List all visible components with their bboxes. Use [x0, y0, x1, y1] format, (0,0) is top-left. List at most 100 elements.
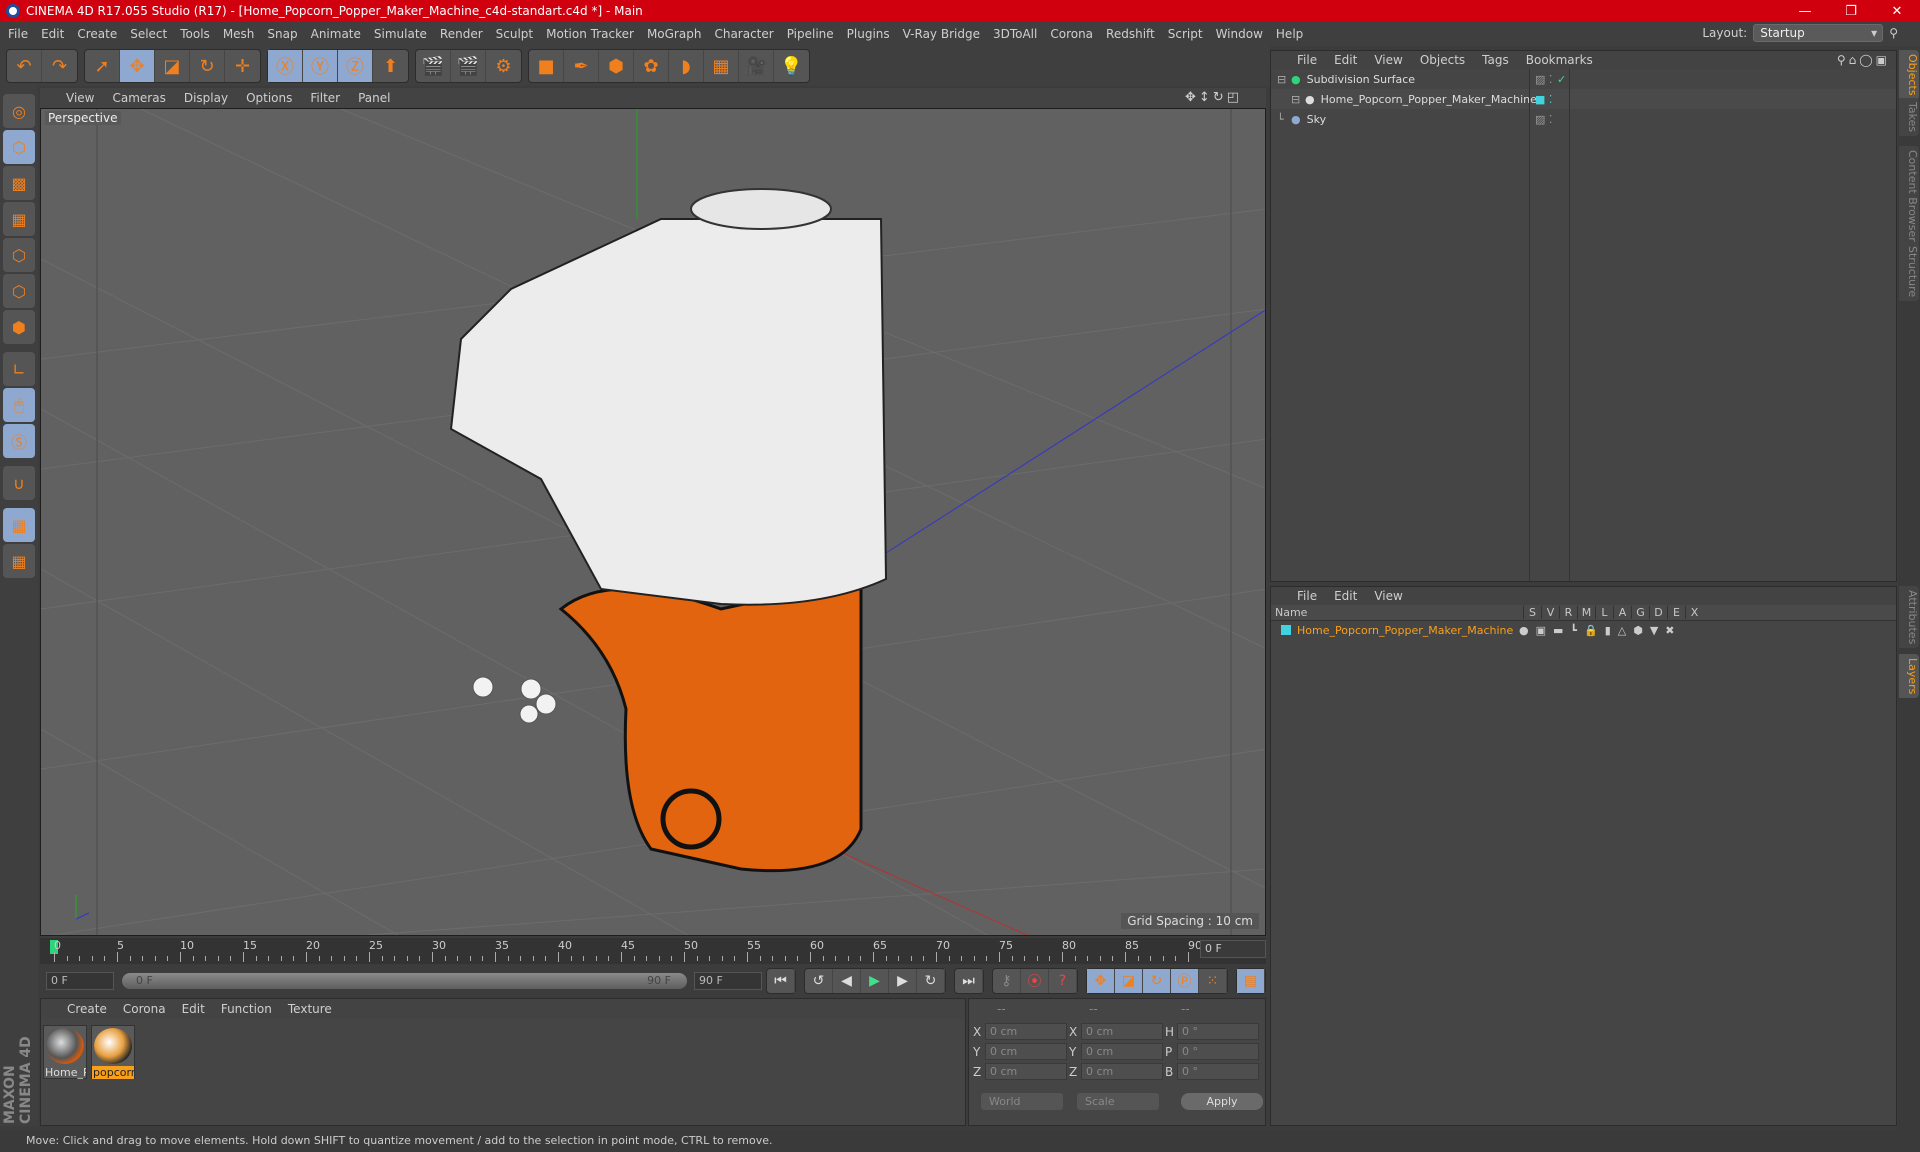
- coord-mode-dropdown[interactable]: World: [981, 1093, 1063, 1110]
- layer-column-e[interactable]: E: [1667, 606, 1685, 619]
- goto-start-icon[interactable]: ⏮: [767, 969, 795, 993]
- autokey-icon[interactable]: ⦿: [1021, 969, 1049, 993]
- collapse-icon[interactable]: ⊟: [1277, 73, 1291, 86]
- collapse-icon[interactable]: └: [1277, 113, 1291, 126]
- object-visibility-toggles[interactable]: ■ ⁚: [1535, 93, 1552, 106]
- menu-tools[interactable]: Tools: [180, 27, 210, 41]
- layer-color-swatch[interactable]: [1281, 625, 1291, 635]
- polygons-mode-icon[interactable]: ⬢: [3, 310, 35, 344]
- menu-corona[interactable]: Corona: [1050, 27, 1093, 41]
- points-mode-icon[interactable]: ⬡: [3, 238, 35, 272]
- material-menu-function[interactable]: Function: [221, 1002, 272, 1016]
- layer-column-s[interactable]: S: [1523, 606, 1541, 619]
- play-icon[interactable]: ▶: [861, 969, 889, 993]
- object-menu-objects[interactable]: Objects: [1420, 53, 1465, 67]
- scale-icon[interactable]: ◪: [155, 50, 190, 82]
- object-visibility-toggles[interactable]: ▨ ⁚: [1535, 113, 1552, 126]
- x-axis-icon[interactable]: Ⓧ: [268, 50, 303, 82]
- current-frame-field[interactable]: 0 F: [1200, 940, 1266, 958]
- select-icon[interactable]: ➚: [85, 50, 120, 82]
- menu-select[interactable]: Select: [130, 27, 167, 41]
- subdivision-icon[interactable]: ⬢: [599, 50, 634, 82]
- move-icon[interactable]: ✥: [120, 50, 155, 82]
- key-position-icon[interactable]: ✥: [1087, 969, 1115, 993]
- make-editable-icon[interactable]: ◎: [3, 94, 35, 128]
- apply-button[interactable]: Apply: [1181, 1093, 1263, 1110]
- layer-column-a[interactable]: A: [1613, 606, 1631, 619]
- goto-next-key-icon[interactable]: ↻: [917, 969, 945, 993]
- menu-plugins[interactable]: Plugins: [847, 27, 890, 41]
- object-menu-file[interactable]: File: [1297, 53, 1317, 67]
- start-frame-field[interactable]: 0 F: [46, 972, 114, 990]
- layer-menu-view[interactable]: View: [1374, 589, 1402, 603]
- menu-v-ray-bridge[interactable]: V-Ray Bridge: [903, 27, 980, 41]
- viewport-menu-options[interactable]: Options: [246, 91, 292, 105]
- object-row[interactable]: ⊟ ● Home_Popcorn_Popper_Maker_Machine ■ ⁚: [1271, 89, 1896, 109]
- coord-type-dropdown[interactable]: Scale: [1077, 1093, 1159, 1110]
- cube-icon[interactable]: ■: [529, 50, 564, 82]
- viewport-menu-view[interactable]: View: [66, 91, 94, 105]
- object-row[interactable]: └ ● Sky ▨ ⁚: [1271, 109, 1896, 129]
- object-menu-bookmarks[interactable]: Bookmarks: [1526, 53, 1593, 67]
- edges-mode-icon[interactable]: ⬡: [3, 274, 35, 308]
- close-button[interactable]: ✕: [1874, 0, 1920, 22]
- coord-size-field[interactable]: 0 cm: [1081, 1043, 1163, 1060]
- menu-3dtoall[interactable]: 3DToAll: [993, 27, 1037, 41]
- key-parameter-icon[interactable]: Ⓟ: [1171, 969, 1199, 993]
- workplane-mode-icon[interactable]: ▦: [3, 202, 35, 236]
- object-menu-edit[interactable]: Edit: [1334, 53, 1357, 67]
- material-menu-texture[interactable]: Texture: [288, 1002, 332, 1016]
- minimize-button[interactable]: —: [1782, 0, 1828, 22]
- menu-character[interactable]: Character: [714, 27, 773, 41]
- prev-frame-icon[interactable]: ◀: [833, 969, 861, 993]
- material-menu-edit[interactable]: Edit: [182, 1002, 205, 1016]
- menu-create[interactable]: Create: [77, 27, 117, 41]
- menu-script[interactable]: Script: [1168, 27, 1203, 41]
- keyframe-selection-icon[interactable]: ?: [1049, 969, 1077, 993]
- y-axis-icon[interactable]: Ⓨ: [303, 50, 338, 82]
- coord-position-field[interactable]: 0 cm: [985, 1023, 1067, 1040]
- object-menu-tags[interactable]: Tags: [1482, 53, 1509, 67]
- timeline-window-icon[interactable]: ▤: [1237, 969, 1265, 993]
- layer-flags[interactable]: ●▣▬┗🔒▮△⬢▼✖: [1519, 624, 1682, 637]
- side-tab-structure[interactable]: Structure: [1899, 242, 1919, 302]
- workplane-lock-icon[interactable]: ▦: [3, 508, 35, 542]
- side-tab-layers[interactable]: Layers: [1899, 654, 1919, 699]
- layer-column-x[interactable]: X: [1685, 606, 1703, 619]
- material-menu-corona[interactable]: Corona: [123, 1002, 166, 1016]
- solo-icon[interactable]: Ⓢ: [3, 424, 35, 458]
- layer-column-m[interactable]: M: [1577, 606, 1595, 619]
- key-rotation-icon[interactable]: ↻: [1143, 969, 1171, 993]
- key-pla-icon[interactable]: ⁙: [1199, 969, 1227, 993]
- coord-rotation-field[interactable]: 0 °: [1177, 1063, 1259, 1080]
- texture-mode-icon[interactable]: ▩: [3, 166, 35, 200]
- render-view-icon[interactable]: 🎬: [416, 50, 451, 82]
- z-axis-icon[interactable]: Ⓩ: [338, 50, 373, 82]
- floor-icon[interactable]: ▦: [704, 50, 739, 82]
- frame-range-slider[interactable]: 0 F 90 F: [122, 973, 687, 989]
- material-home-p[interactable]: Home_P: [43, 1025, 87, 1079]
- menu-sculpt[interactable]: Sculpt: [496, 27, 533, 41]
- layer-menu-file[interactable]: File: [1297, 589, 1317, 603]
- layer-column-d[interactable]: D: [1649, 606, 1667, 619]
- layer-column-g[interactable]: G: [1631, 606, 1649, 619]
- deformer-icon[interactable]: ◗: [669, 50, 704, 82]
- layer-column-r[interactable]: R: [1559, 606, 1577, 619]
- object-row[interactable]: ⊟ ● Subdivision Surface ▨ ⁚ ✓: [1271, 69, 1896, 89]
- enabled-check-icon[interactable]: ✓: [1557, 73, 1566, 86]
- axis-mode-icon[interactable]: ∟: [3, 352, 35, 386]
- menu-mesh[interactable]: Mesh: [223, 27, 255, 41]
- viewport-menu-display[interactable]: Display: [184, 91, 228, 105]
- menu-render[interactable]: Render: [440, 27, 483, 41]
- coord-size-field[interactable]: 0 cm: [1081, 1063, 1163, 1080]
- viewport-camera-label[interactable]: Perspective: [45, 111, 121, 125]
- coord-rotation-field[interactable]: 0 °: [1177, 1023, 1259, 1040]
- coordinate-system-icon[interactable]: ⬆: [373, 50, 408, 82]
- key-scale-icon[interactable]: ◪: [1115, 969, 1143, 993]
- timeline-ruler[interactable]: 0 5 10 15 20 25 30 35 40 45 50 55 60 65 70 75 80 85 90 0 F: [40, 938, 1266, 964]
- coord-position-field[interactable]: 0 cm: [985, 1043, 1067, 1060]
- menu-help[interactable]: Help: [1276, 27, 1303, 41]
- end-frame-field[interactable]: 90 F: [694, 972, 762, 990]
- camera-icon[interactable]: 🎥: [739, 50, 774, 82]
- workplane-align-icon[interactable]: ▦: [3, 544, 35, 578]
